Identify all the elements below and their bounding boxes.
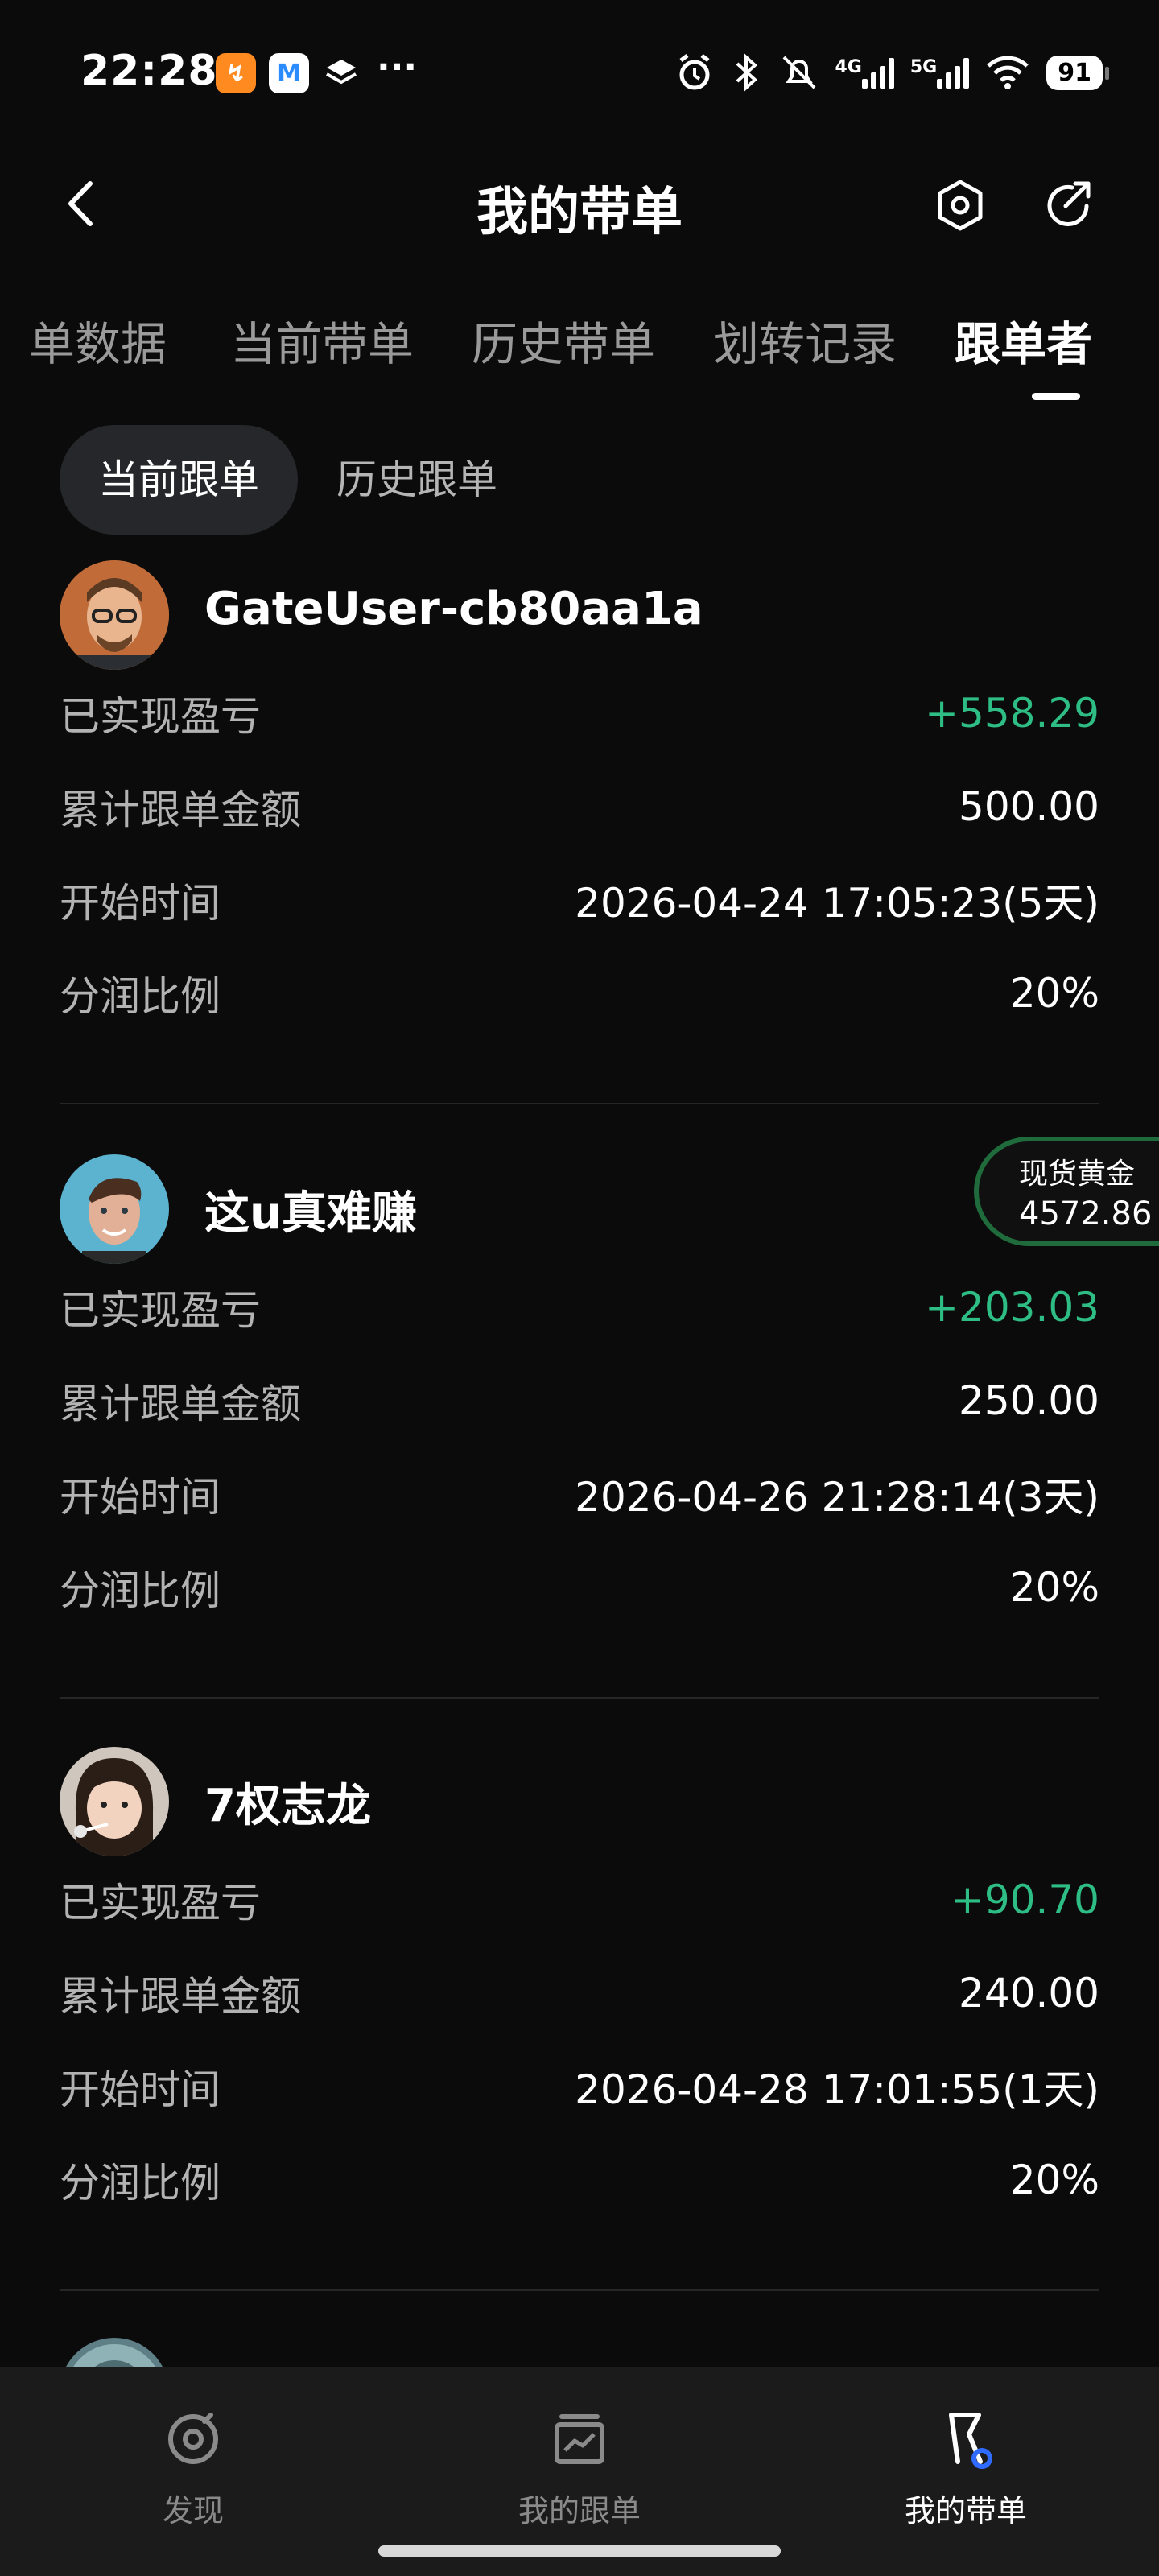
share-ratio-value: 20% xyxy=(1009,1564,1099,1611)
orange-app-icon: ↯ xyxy=(216,53,256,93)
start-time-label: 开始时间 xyxy=(60,880,221,927)
share-ratio-row: 分润比例 20% xyxy=(60,2148,1099,2212)
pnl-value: +90.70 xyxy=(950,1876,1099,1923)
chart-icon xyxy=(555,2414,604,2464)
follower-card: GateUser-cb80aa1a 已实现盈亏 +558.29 累计跟单金额 5… xyxy=(60,559,1099,1106)
start-time-label: 开始时间 xyxy=(60,2066,221,2113)
status-bar: 22:28 ↯ M ··· 4G 5G 91 xyxy=(0,0,1159,145)
follower-card: 7权志龙 已实现盈亏 +90.70 累计跟单金额 240.00 开始时间 202… xyxy=(60,1745,1099,2293)
alarm-icon xyxy=(679,54,709,90)
start-time-row: 开始时间 2026-04-24 17:05:23(5天) xyxy=(60,868,1099,932)
spot-gold-label: 现货黄金 xyxy=(1019,1158,1136,1191)
amount-value: 500.00 xyxy=(959,783,1099,830)
nav-my-leads[interactable]: 我的带单 xyxy=(845,2407,1087,2530)
amount-row: 累计跟单金额 500.00 xyxy=(60,774,1099,839)
avatar xyxy=(60,560,169,670)
layers-icon xyxy=(326,60,357,85)
amount-row: 累计跟单金额 250.00 xyxy=(60,1368,1099,1433)
amount-row: 累计跟单金额 240.00 xyxy=(60,1961,1099,2025)
home-indicator[interactable] xyxy=(378,2545,781,2557)
nav-my-follows[interactable]: 我的跟单 xyxy=(459,2407,700,2530)
mute-bell-icon xyxy=(782,56,815,89)
share-ratio-label: 分润比例 xyxy=(60,1567,221,1614)
spot-gold-price: 4572.86 xyxy=(1019,1195,1153,1232)
nav-my-leads-label: 我的带单 xyxy=(904,2493,1027,2529)
tab-data[interactable]: 单数据 xyxy=(29,308,167,374)
amount-label: 累计跟单金额 xyxy=(60,1381,301,1427)
share-ratio-row: 分润比例 20% xyxy=(60,961,1099,1026)
subtab-current-follow[interactable]: 当前跟单 xyxy=(60,425,298,535)
more-notifications-icon: ··· xyxy=(377,47,418,88)
avatar xyxy=(60,1154,169,1264)
discover-icon xyxy=(168,2413,218,2464)
tab-history-orders[interactable]: 历史带单 xyxy=(472,308,655,374)
bluetooth-icon xyxy=(736,53,757,92)
pnl-label: 已实现盈亏 xyxy=(60,693,261,740)
status-time: 22:28 xyxy=(80,47,218,95)
share-ratio-value: 20% xyxy=(1009,970,1099,1017)
wifi-icon xyxy=(987,56,1029,89)
card-divider xyxy=(60,1103,1099,1104)
status-icons: 4G 5G 91 xyxy=(674,48,1109,97)
pnl-row: 已实现盈亏 +90.70 xyxy=(60,1868,1099,1932)
share-ratio-label: 分润比例 xyxy=(60,973,221,1020)
share-ratio-row: 分润比例 20% xyxy=(60,1555,1099,1620)
battery-indicator: 91 xyxy=(1046,55,1109,90)
pnl-row: 已实现盈亏 +203.03 xyxy=(60,1275,1099,1340)
network-type-5g: 5G xyxy=(909,57,938,77)
avatar xyxy=(60,1747,169,1856)
amount-label: 累计跟单金额 xyxy=(60,786,301,833)
tab-transfer-records[interactable]: 划转记录 xyxy=(713,308,897,374)
start-time-row: 开始时间 2026-04-26 21:28:14(3天) xyxy=(60,1462,1099,1526)
network-type-4g: 4G xyxy=(835,57,862,77)
amount-value: 250.00 xyxy=(959,1377,1099,1424)
share-ratio-value: 20% xyxy=(1009,2157,1099,2203)
start-time-value: 2026-04-26 21:28:14(3天) xyxy=(575,1474,1099,1521)
tab-followers[interactable]: 跟单者 xyxy=(955,308,1092,374)
nav-discover[interactable]: 发现 xyxy=(72,2407,314,2530)
amount-value: 240.00 xyxy=(959,1970,1099,2017)
pnl-label: 已实现盈亏 xyxy=(60,1880,261,1926)
follower-card: 这u真难赚 已实现盈亏 +203.03 累计跟单金额 250.00 开始时间 2… xyxy=(60,1153,1099,1700)
main-tabs: 单数据 当前带单 历史带单 划转记录 跟单者 xyxy=(0,298,1159,411)
share-icon[interactable] xyxy=(1040,177,1096,233)
m-app-icon: M xyxy=(269,53,309,93)
sub-tabs: 当前跟单 历史跟单 xyxy=(60,425,536,535)
subtab-history-follow[interactable]: 历史跟单 xyxy=(298,425,536,535)
pnl-value: +203.03 xyxy=(925,1284,1099,1331)
follower-name: GateUser-cb80aa1a xyxy=(204,583,703,635)
cell-signal-4g: 4G xyxy=(835,56,894,89)
app-header: 我的带单 xyxy=(0,153,1159,258)
amount-label: 累计跟单金额 xyxy=(60,1973,301,2020)
nav-my-follows-label: 我的跟单 xyxy=(518,2493,641,2529)
start-time-value: 2026-04-28 17:01:55(1天) xyxy=(575,2066,1099,2113)
bottom-navigation: 发现 我的跟单 我的带单 xyxy=(0,2367,1159,2576)
follower-name: 这u真难赚 xyxy=(204,1187,417,1240)
start-time-row: 开始时间 2026-04-28 17:01:55(1天) xyxy=(60,2054,1099,2119)
start-time-label: 开始时间 xyxy=(60,1474,221,1521)
flag-icon xyxy=(949,2413,992,2469)
settings-hexagon-icon[interactable] xyxy=(932,177,988,233)
share-ratio-label: 分润比例 xyxy=(60,2160,221,2207)
spot-gold-widget[interactable]: 现货黄金 4572.86 xyxy=(974,1137,1159,1246)
cell-signal-5g: 5G xyxy=(909,56,970,89)
card-divider xyxy=(60,2289,1099,2291)
nav-discover-label: 发现 xyxy=(162,2493,224,2529)
pnl-label: 已实现盈亏 xyxy=(60,1287,261,1334)
pnl-value: +558.29 xyxy=(925,690,1099,737)
start-time-value: 2026-04-24 17:05:23(5天) xyxy=(575,880,1099,927)
tab-current-orders[interactable]: 当前带单 xyxy=(230,308,414,374)
card-divider xyxy=(60,1697,1099,1699)
pnl-row: 已实现盈亏 +558.29 xyxy=(60,681,1099,745)
active-tab-indicator xyxy=(1032,393,1080,400)
follower-name: 7权志龙 xyxy=(204,1780,371,1832)
